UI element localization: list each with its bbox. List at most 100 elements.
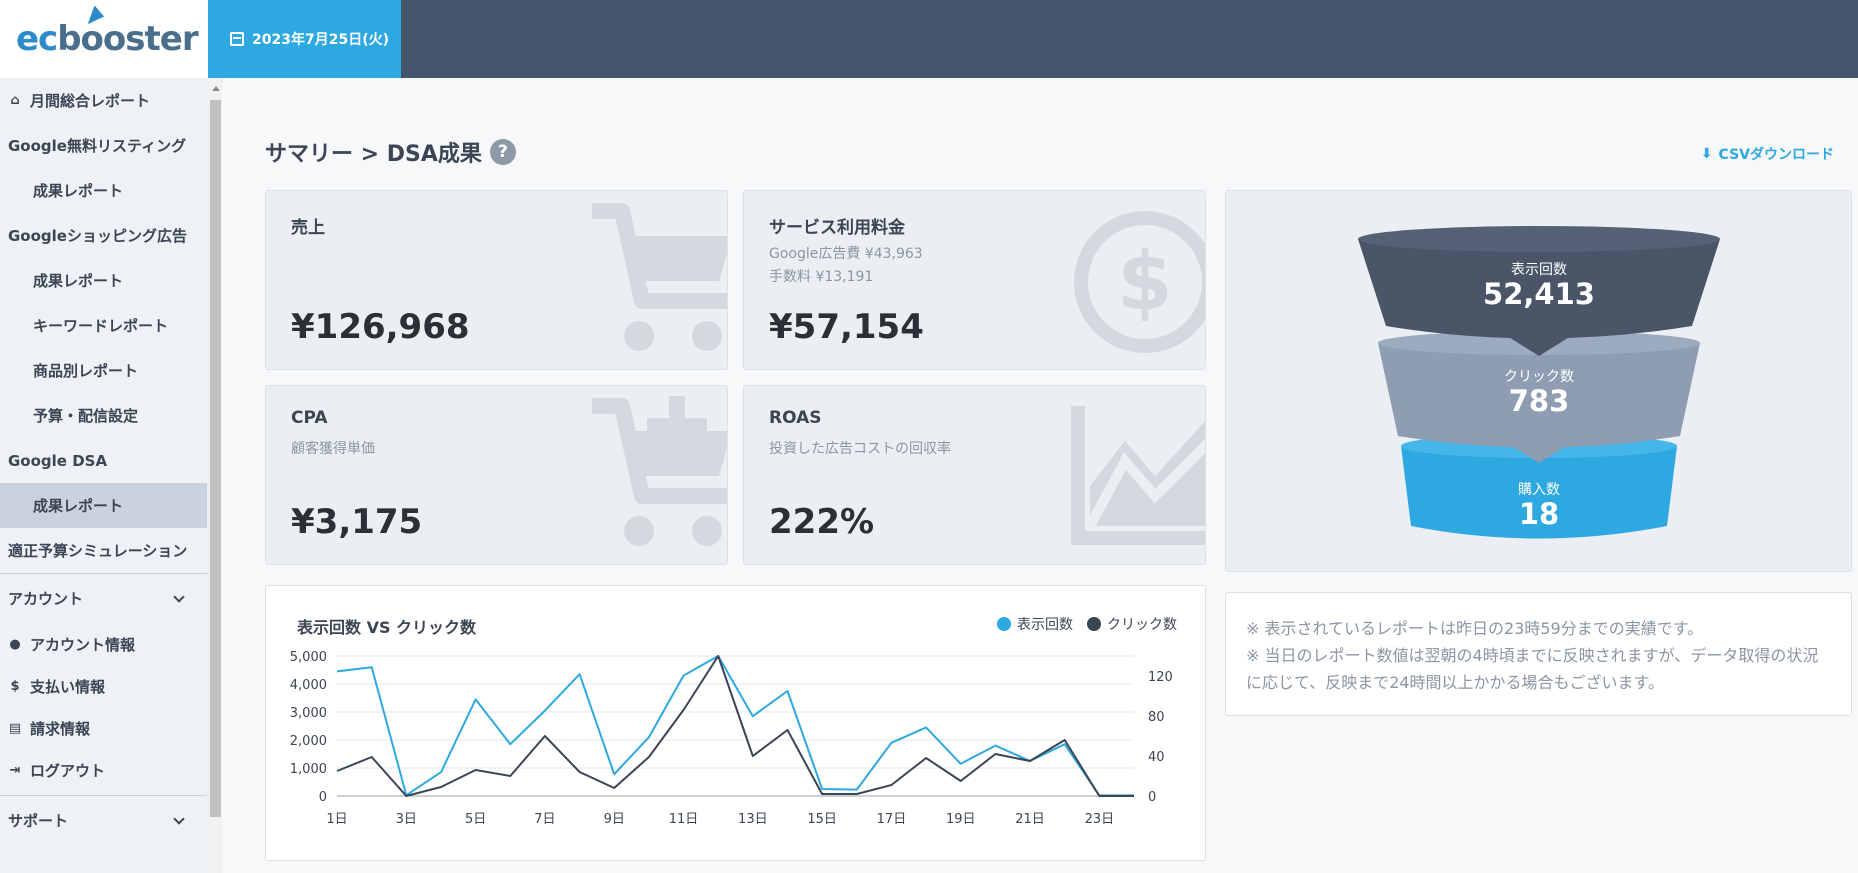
cpa-card: CPA 顧客獲得単価 ¥3,175 xyxy=(265,385,728,565)
logo-text: ecbooster xyxy=(16,3,199,59)
top-bar: 2023年7月25日(火) xyxy=(208,0,1858,78)
date-tab[interactable]: 2023年7月25日(火) xyxy=(208,0,401,78)
x-tick-label: 21日 xyxy=(1015,812,1045,827)
cpa-label: CPA xyxy=(291,408,328,428)
x-tick-label: 17日 xyxy=(877,812,907,827)
x-tick-label: 3日 xyxy=(396,812,417,827)
help-icon[interactable]: ? xyxy=(489,139,516,165)
service-fee-value: ¥57,154 xyxy=(769,307,924,347)
chart-area-icon xyxy=(1070,406,1205,550)
sidebar-item-label: 成果レポート xyxy=(33,272,124,290)
y-right-tick-label: 0 xyxy=(1148,790,1156,805)
service-fee-label: サービス利用料金 xyxy=(769,218,905,238)
sidebar-item-label: Google無料リスティング xyxy=(8,137,187,155)
logo-ec: ec xyxy=(16,19,58,59)
sidebar-item-10[interactable]: 適正予算シミュレーション xyxy=(0,528,207,573)
date-label: 2023年7月25日(火) xyxy=(252,32,389,48)
sidebar-item-label: キーワードレポート xyxy=(33,317,169,335)
sidebar-item-label: 請求情報 xyxy=(30,719,91,738)
sales-label: 売上 xyxy=(291,218,325,238)
sidebar-group-label: アカウント xyxy=(8,590,84,608)
sidebar-group-label: サポート xyxy=(8,812,69,830)
impressions-label: 表示回数 xyxy=(1511,262,1567,278)
sidebar-account-item-3[interactable]: ⇥ ログアウト xyxy=(0,749,207,791)
sidebar-item-5[interactable]: キーワードレポート xyxy=(0,303,207,348)
y-left-tick-label: 0 xyxy=(319,790,327,805)
sidebar-item-9[interactable]: 成果レポート xyxy=(0,483,207,528)
cpa-desc: 顧客獲得単価 xyxy=(291,441,375,457)
sidebar-item-4[interactable]: 成果レポート xyxy=(0,258,207,303)
sidebar-item-label: 適正予算シミュレーション xyxy=(8,542,188,560)
sidebar-account-item-2[interactable]: ▤ 請求情報 xyxy=(0,707,207,749)
series-line-1 xyxy=(336,655,1134,797)
sidebar-item-6[interactable]: 商品別レポート xyxy=(0,348,207,393)
sidebar-item-8[interactable]: Google DSA xyxy=(0,438,207,483)
roas-label: ROAS xyxy=(769,408,822,428)
sidebar-account-item-0[interactable]: ● アカウント情報 xyxy=(0,623,207,665)
page-title: サマリー > DSA成果 ? xyxy=(265,136,516,168)
document-icon: ▤ xyxy=(8,720,22,736)
y-left-tick-label: 4,000 xyxy=(290,678,327,693)
funnel-purchases: 購入数 18 xyxy=(1439,479,1639,529)
sidebar-item-label: 予算・配信設定 xyxy=(33,407,139,425)
page-title-text: サマリー > DSA成果 xyxy=(265,142,482,167)
sidebar-item-1[interactable]: Google無料リスティング xyxy=(0,123,207,168)
x-tick-label: 9日 xyxy=(604,812,625,827)
dollar-circle-icon: $ xyxy=(1070,207,1205,361)
funnel-clicks: クリック数 783 xyxy=(1439,366,1639,416)
sidebar-item-label: 商品別レポート xyxy=(33,362,139,380)
roas-card: ROAS 投資した広告コストの回収率 222% xyxy=(743,385,1206,565)
download-icon: ⬇ xyxy=(1700,146,1713,162)
impressions-vs-clicks-chart: 表示回数 VS クリック数 表示回数 クリック数 0 1,000 2,000 3,00… xyxy=(265,585,1206,861)
logo-booster: booster xyxy=(57,19,198,59)
y-left-tick-label: 2,000 xyxy=(290,734,327,749)
y-left-tick-label: 1,000 xyxy=(290,762,327,777)
csv-download-button[interactable]: ⬇ CSVダウンロード xyxy=(1701,144,1834,164)
purchases-label: 購入数 xyxy=(1518,482,1560,498)
sidebar-item-3[interactable]: Googleショッピング広告 xyxy=(0,213,207,258)
sidebar-item-label: 月間総合レポート xyxy=(30,92,151,110)
sidebar-item-0[interactable]: ⌂ 月間総合レポート xyxy=(0,78,207,123)
y-right-tick-label: 40 xyxy=(1148,750,1165,765)
chart-plot: 0 1,000 2,000 3,000 4,000 5,000 0 40 80 120 1日 3日 5日… xyxy=(290,650,1173,827)
y-right-tick-label: 120 xyxy=(1148,670,1173,685)
nav-menu: ⌂ 月間総合レポート Google無料リスティング成果レポート Googleショッピン… xyxy=(0,78,207,873)
sidebar-item-label: Googleショッピング広告 xyxy=(8,227,187,245)
impressions-value: 52,413 xyxy=(1483,277,1595,311)
purchases-value: 18 xyxy=(1518,497,1560,531)
sidebar-account-item-1[interactable]: $ 支払い情報 xyxy=(0,665,207,707)
logo[interactable]: ecbooster xyxy=(0,0,221,78)
sales-value: ¥126,968 xyxy=(291,307,470,347)
home-icon: ⌂ xyxy=(10,93,20,108)
google-ad-cost: Google広告費 ¥43,963 xyxy=(769,246,923,262)
sidebar: ecbooster ⌂ 月間総合レポート Google無料リスティング成果レポート G… xyxy=(0,0,222,873)
x-tick-label: 1日 xyxy=(326,812,347,827)
logout-icon: ⇥ xyxy=(9,762,21,778)
csv-download-label: CSVダウンロード xyxy=(1718,147,1834,163)
x-tick-label: 7日 xyxy=(534,812,555,827)
x-tick-label: 19日 xyxy=(946,812,976,827)
x-tick-label: 5日 xyxy=(465,812,486,827)
note-line-1: ※ 表示されているレポートは昨日の23時59分までの実績です。 xyxy=(1246,619,1704,638)
clicks-value: 783 xyxy=(1508,384,1570,418)
sidebar-item-label: 支払い情報 xyxy=(30,677,106,696)
scroll-up-arrow-icon[interactable] xyxy=(212,86,220,91)
series-line-0 xyxy=(336,655,1134,797)
sidebar-item-label: 成果レポート xyxy=(33,182,124,200)
cart-plus-icon xyxy=(587,396,727,560)
sidebar-item-label: Google DSA xyxy=(8,451,108,470)
sidebar-group-support[interactable]: サポート xyxy=(0,795,207,845)
scrollbar-thumb[interactable] xyxy=(210,100,221,817)
sidebar-group-account[interactable]: アカウント xyxy=(0,573,207,623)
sidebar-item-2[interactable]: 成果レポート xyxy=(0,168,207,213)
x-tick-label: 11日 xyxy=(669,812,699,827)
sidebar-scrollbar[interactable] xyxy=(209,82,222,873)
y-right-tick-label: 80 xyxy=(1148,710,1165,725)
chevron-down-icon xyxy=(173,590,185,603)
funnel-impressions: 表示回数 52,413 xyxy=(1439,259,1639,309)
x-tick-label: 23日 xyxy=(1085,812,1115,827)
user-icon: ● xyxy=(9,636,21,652)
chevron-down-icon xyxy=(173,812,185,825)
funnel-card: 表示回数 52,413 クリック数 783 購入数 18 xyxy=(1225,190,1852,572)
sidebar-item-7[interactable]: 予算・配信設定 xyxy=(0,393,207,438)
